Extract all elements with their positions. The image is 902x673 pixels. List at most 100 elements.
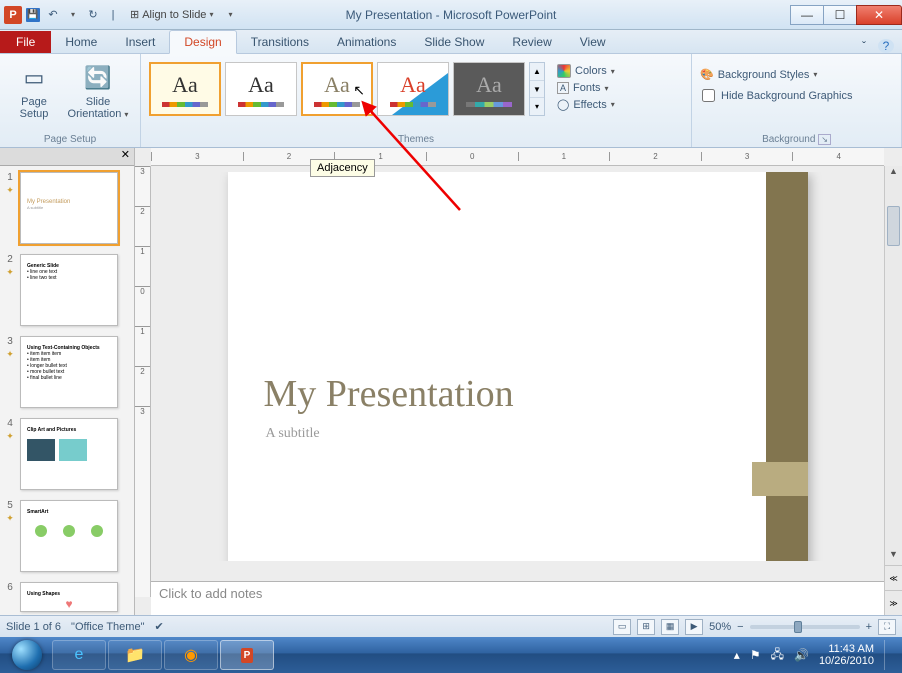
zoom-in-button[interactable]: + bbox=[866, 621, 872, 633]
effects-icon: ◯ bbox=[557, 98, 569, 111]
thumbnail-5[interactable]: 5✦ SmartArt bbox=[4, 500, 130, 572]
slide-canvas[interactable]: My Presentation A subtitle bbox=[228, 172, 808, 561]
theme-variant-2[interactable]: Aa bbox=[225, 62, 297, 116]
bg-styles-icon: 🎨 bbox=[700, 68, 714, 81]
qat-separator: | bbox=[104, 6, 122, 24]
horizontal-ruler[interactable]: 32101234 bbox=[151, 148, 884, 166]
notes-placeholder: Click to add notes bbox=[159, 586, 262, 601]
theme-tooltip: Adjacency bbox=[310, 159, 375, 177]
taskbar-powerpoint[interactable]: P bbox=[220, 640, 274, 670]
group-background: 🎨Background Styles▾ Hide Background Grap… bbox=[692, 54, 902, 147]
start-orb-icon bbox=[12, 640, 42, 670]
orientation-label: Slide Orientation ▾ bbox=[68, 96, 129, 120]
tray-volume-icon[interactable]: 🔊 bbox=[794, 648, 809, 662]
maximize-button[interactable]: ☐ bbox=[823, 5, 857, 25]
tray-network-icon[interactable]: 🖧 bbox=[771, 645, 784, 666]
bg-dialog-launcher[interactable]: ↘ bbox=[818, 134, 831, 145]
sorter-view-button[interactable]: ⊞ bbox=[637, 619, 655, 635]
theme-adjacency[interactable]: Aa ↖ bbox=[301, 62, 373, 116]
status-spellcheck-icon[interactable]: ✔ bbox=[154, 620, 163, 633]
ribbon: ▭ Page Setup 🔄 Slide Orientation ▾ Page … bbox=[0, 54, 902, 148]
group-themes-label: Themes bbox=[149, 134, 683, 145]
tray-show-hidden[interactable]: ▴ bbox=[734, 648, 740, 662]
thumbnail-2[interactable]: 2✦ Generic Slide• line one text• line tw… bbox=[4, 254, 130, 326]
taskbar: e 📁 ◉ P ▴ ⚑ 🖧 🔊 11:43 AM 10/26/2010 bbox=[0, 637, 902, 673]
thumbnail-1[interactable]: 1✦ My PresentationA subtitle bbox=[4, 172, 130, 244]
tray-clock[interactable]: 11:43 AM 10/26/2010 bbox=[819, 643, 874, 667]
themes-gallery: Aa Aa Aa ↖ Aa Aa ▲ ▼ ▾ bbox=[149, 58, 545, 116]
slide-subtitle[interactable]: A subtitle bbox=[266, 426, 320, 442]
themes-scroll-down[interactable]: ▼ bbox=[530, 81, 544, 99]
prev-slide-button[interactable]: ≪ bbox=[885, 565, 902, 590]
tab-animations[interactable]: Animations bbox=[323, 31, 410, 53]
hide-bg-graphics-checkbox[interactable]: Hide Background Graphics bbox=[700, 87, 852, 104]
scroll-thumb[interactable] bbox=[887, 206, 900, 246]
themes-more-button[interactable]: ▾ bbox=[530, 98, 544, 115]
slide-canvas-area[interactable]: My Presentation A subtitle bbox=[159, 172, 876, 561]
minimize-ribbon-button[interactable]: ˇ bbox=[856, 39, 872, 53]
help-button[interactable]: ? bbox=[878, 39, 894, 53]
vertical-ruler[interactable]: 3210123 bbox=[135, 166, 151, 597]
theme-stripe bbox=[766, 172, 808, 561]
taskbar-explorer[interactable]: 📁 bbox=[108, 640, 162, 670]
background-styles-button[interactable]: 🎨Background Styles▾ bbox=[700, 66, 817, 83]
slideshow-view-button[interactable]: ▶ bbox=[685, 619, 703, 635]
zoom-level[interactable]: 50% bbox=[709, 621, 731, 633]
normal-view-button[interactable]: ▭ bbox=[613, 619, 631, 635]
app-icon[interactable]: P bbox=[4, 6, 22, 24]
theme-stripe-accent bbox=[752, 462, 808, 496]
theme-apex[interactable]: Aa bbox=[453, 62, 525, 116]
slide-title[interactable]: My Presentation bbox=[264, 372, 514, 416]
slide-orientation-button[interactable]: 🔄 Slide Orientation ▾ bbox=[64, 58, 132, 120]
tab-review[interactable]: Review bbox=[498, 31, 565, 53]
title-bar: P 💾 ↶ ▾ ↻ | ⊞Align to Slide▾ ▾ My Presen… bbox=[0, 0, 902, 30]
themes-scroll-up[interactable]: ▲ bbox=[530, 63, 544, 81]
taskbar-ie[interactable]: e bbox=[52, 640, 106, 670]
colors-button[interactable]: Colors▾ bbox=[557, 62, 615, 80]
tab-view[interactable]: View bbox=[566, 31, 620, 53]
qat-customize[interactable]: ▾ bbox=[221, 6, 239, 24]
scroll-down-button[interactable]: ▼ bbox=[885, 549, 902, 565]
undo-button[interactable]: ↶ bbox=[44, 6, 62, 24]
tab-slideshow[interactable]: Slide Show bbox=[410, 31, 498, 53]
thumbnail-4[interactable]: 4✦ Clip Art and Pictures bbox=[4, 418, 130, 490]
show-desktop-button[interactable] bbox=[884, 640, 892, 670]
page-setup-icon: ▭ bbox=[18, 62, 50, 94]
save-button[interactable]: 💾 bbox=[24, 6, 42, 24]
undo-dropdown[interactable]: ▾ bbox=[64, 6, 82, 24]
notes-pane[interactable]: Click to add notes bbox=[151, 581, 884, 615]
minimize-button[interactable]: — bbox=[790, 5, 824, 25]
thumbnails-close[interactable]: ✕ bbox=[0, 148, 134, 166]
zoom-out-button[interactable]: − bbox=[737, 621, 743, 633]
tab-insert[interactable]: Insert bbox=[111, 31, 169, 53]
colors-icon bbox=[557, 64, 571, 78]
scroll-up-button[interactable]: ▲ bbox=[885, 166, 902, 182]
next-slide-button[interactable]: ≫ bbox=[885, 590, 902, 615]
hide-bg-checkbox[interactable] bbox=[702, 89, 715, 102]
start-button[interactable] bbox=[4, 639, 50, 671]
tray-flag-icon[interactable]: ⚑ bbox=[750, 648, 761, 662]
theme-office[interactable]: Aa bbox=[149, 62, 221, 116]
zoom-knob[interactable] bbox=[794, 621, 802, 633]
close-button[interactable]: ✕ bbox=[856, 5, 902, 25]
thumbnail-6[interactable]: 6 Using Shapes♥ bbox=[4, 582, 130, 612]
tab-home[interactable]: Home bbox=[51, 31, 111, 53]
zoom-slider[interactable] bbox=[750, 625, 860, 629]
page-setup-button[interactable]: ▭ Page Setup bbox=[8, 58, 60, 120]
effects-button[interactable]: ◯Effects▾ bbox=[557, 96, 615, 113]
align-to-slide-button[interactable]: ⊞Align to Slide▾ bbox=[124, 8, 219, 21]
fit-window-button[interactable]: ⛶ bbox=[878, 619, 896, 635]
theme-angles[interactable]: Aa bbox=[377, 62, 449, 116]
tab-design[interactable]: Design bbox=[169, 30, 236, 54]
tab-transitions[interactable]: Transitions bbox=[237, 31, 323, 53]
taskbar-media[interactable]: ◉ bbox=[164, 640, 218, 670]
orientation-icon: 🔄 bbox=[82, 62, 114, 94]
fonts-button[interactable]: AFonts▾ bbox=[557, 80, 615, 96]
thumbnail-3[interactable]: 3✦ Using Text-Containing Objects• item i… bbox=[4, 336, 130, 408]
tab-file[interactable]: File bbox=[0, 31, 51, 53]
align-label: Align to Slide bbox=[142, 9, 206, 21]
reading-view-button[interactable]: ▦ bbox=[661, 619, 679, 635]
vertical-scrollbar[interactable]: ▲ ▼ bbox=[884, 166, 902, 565]
page-setup-label: Page Setup bbox=[20, 96, 49, 120]
redo-button[interactable]: ↻ bbox=[84, 6, 102, 24]
